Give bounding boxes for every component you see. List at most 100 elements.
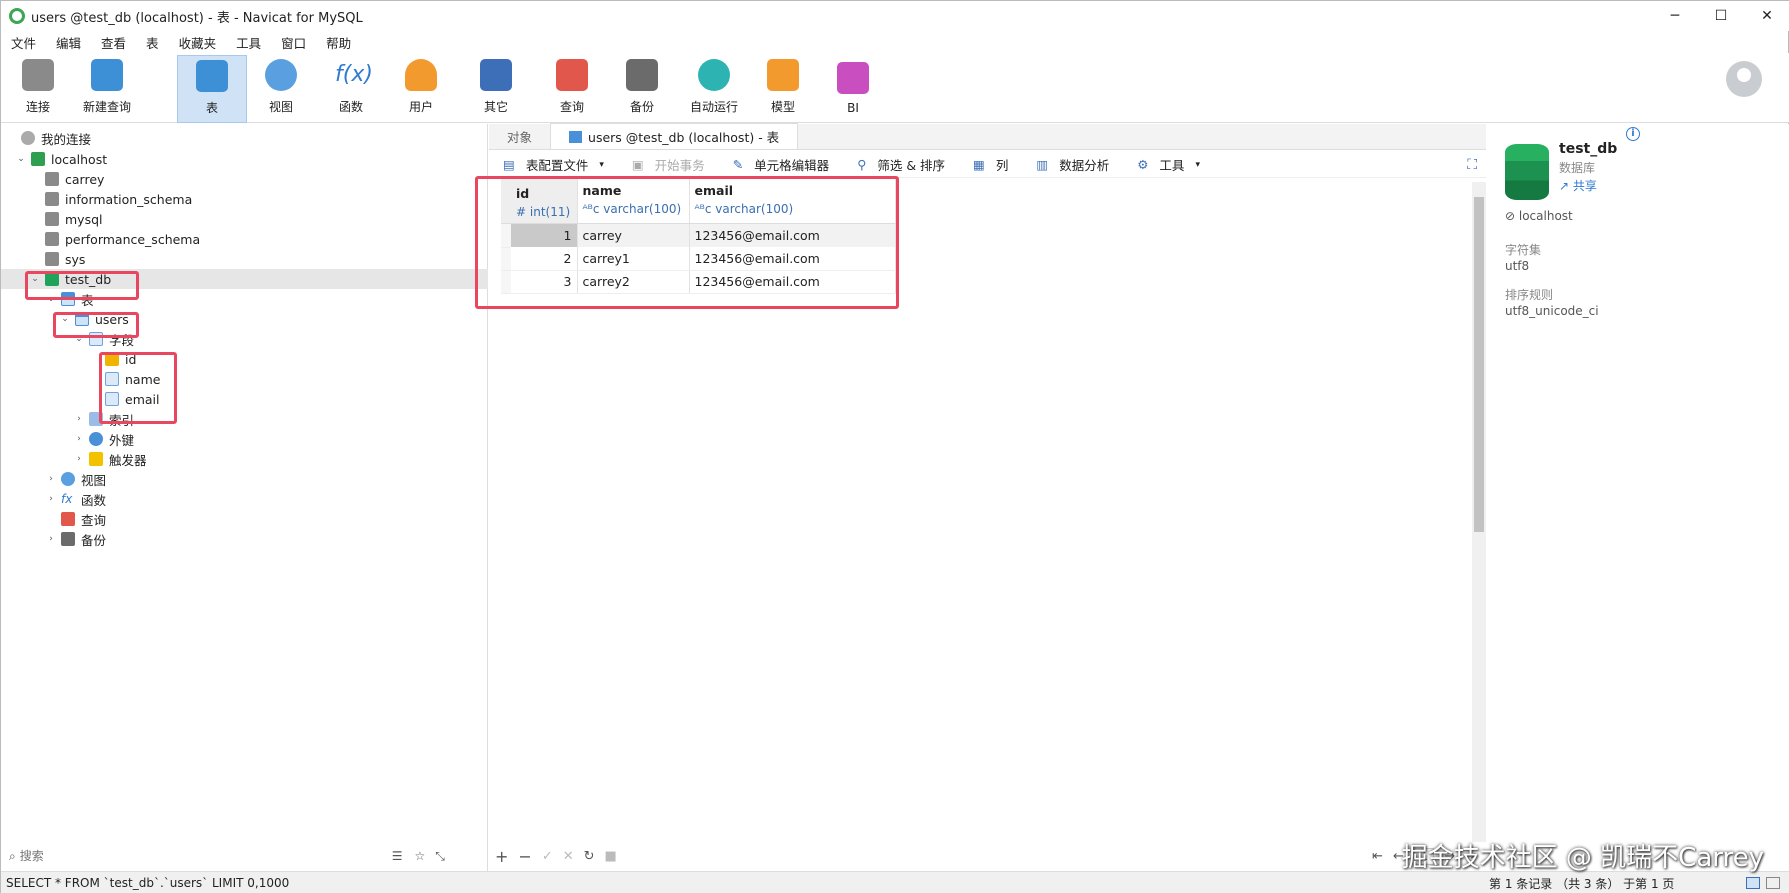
first-page-icon[interactable]: ⇤	[1372, 849, 1383, 864]
menu-window[interactable]: 窗口	[271, 33, 316, 52]
user-button[interactable]: 用户	[389, 57, 453, 121]
menu-bar: 文件 编辑 查看 表 收藏夹 工具 窗口 帮助	[1, 31, 361, 53]
filter-icon[interactable]: ☰	[392, 849, 403, 863]
share-link[interactable]: ↗ 共享	[1559, 177, 1597, 194]
collapse-icon[interactable]: ⤡	[435, 849, 445, 864]
info-db-name: test_db	[1559, 141, 1618, 157]
highlight-box	[53, 312, 139, 338]
other-button[interactable]: 其它	[464, 57, 528, 121]
refresh-icon[interactable]: ↻	[584, 849, 595, 864]
chevron-down-icon[interactable]: ⌄	[15, 154, 27, 164]
lightning-icon	[89, 452, 103, 466]
new-query-button[interactable]: 新建查询	[75, 57, 139, 121]
columns-button[interactable]: ▦ 列	[966, 155, 1015, 174]
view-button[interactable]: 视图	[249, 57, 313, 121]
chevron-right-icon[interactable]: ›	[73, 434, 85, 444]
menu-table[interactable]: 表	[136, 33, 169, 52]
close-button[interactable]: ✕	[1744, 1, 1789, 31]
info-icon[interactable]: i	[1626, 127, 1640, 141]
tree-db-item[interactable]: performance_schema	[41, 229, 200, 249]
table-button[interactable]: 表	[177, 55, 247, 123]
edit-icon: ✎	[732, 157, 744, 172]
tools-icon: ⚙	[1137, 157, 1149, 172]
menu-view[interactable]: 查看	[91, 33, 136, 52]
add-record-icon[interactable]: +	[495, 847, 508, 866]
fullscreen-icon[interactable]: ⛶	[1467, 157, 1477, 173]
query-button[interactable]: 查询	[540, 57, 604, 121]
maximize-button[interactable]: ☐	[1698, 1, 1744, 31]
menu-favorites[interactable]: 收藏夹	[169, 33, 227, 52]
vertical-scrollbar[interactable]	[1472, 182, 1486, 842]
tools-button[interactable]: ⚙ 工具 ▾	[1130, 155, 1207, 174]
share-icon: ↗	[1559, 179, 1573, 193]
tree-my-connections[interactable]: 我的连接	[17, 128, 91, 148]
watermark: 掘金技术社区 @ 凯瑞不Carrey	[1401, 843, 1764, 873]
avatar[interactable]	[1726, 61, 1762, 97]
profile-button[interactable]: ▤ 表配置文件 ▾	[496, 155, 611, 174]
navicat-window: users @test_db (localhost) - 表 - Navicat…	[0, 0, 1789, 893]
menu-edit[interactable]: 编辑	[46, 33, 91, 52]
backup-button[interactable]: 备份	[610, 57, 674, 121]
tree-server-localhost[interactable]: ⌄ localhost	[15, 149, 107, 169]
minimize-button[interactable]: ─	[1652, 1, 1698, 31]
dropdown-arrow-icon: ▾	[1195, 159, 1200, 170]
glasses-icon	[265, 59, 297, 91]
form-view-icon[interactable]	[1766, 877, 1780, 889]
star-icon[interactable]: ☆	[415, 849, 426, 863]
record-navigation-bar: + − ✓ ✕ ↻ ■ ⇤ ← 1 → ⇥	[489, 844, 1486, 868]
cell-editor-button[interactable]: ✎ 单元格编辑器	[726, 155, 837, 174]
dropdown-arrow-icon: ▾	[599, 159, 604, 170]
menu-help[interactable]: 帮助	[316, 33, 361, 52]
tab-objects[interactable]: 对象	[489, 123, 550, 149]
columns-icon: ▦	[973, 157, 985, 172]
discard-icon[interactable]: ✕	[563, 849, 574, 864]
data-analysis-button[interactable]: ▥ 数据分析	[1029, 155, 1116, 174]
function-icon: fx	[61, 492, 73, 506]
connect-button[interactable]: 连接	[6, 57, 70, 121]
auto-run-button[interactable]: 自动运行	[680, 57, 748, 121]
tree-views[interactable]: › 视图	[45, 469, 106, 489]
tree-foreign-keys[interactable]: › 外键	[73, 429, 134, 449]
chevron-right-icon[interactable]: ›	[45, 474, 57, 484]
transaction-icon: ▣	[631, 157, 644, 172]
database-icon	[45, 212, 59, 226]
tab-users-table[interactable]: users @test_db (localhost) - 表	[550, 123, 799, 149]
chevron-right-icon[interactable]: ›	[73, 454, 85, 464]
scrollbar-thumb[interactable]	[1474, 197, 1484, 532]
delete-record-icon[interactable]: −	[518, 847, 531, 866]
navicat-app-icon	[9, 8, 25, 24]
chevron-right-icon[interactable]: ›	[45, 494, 57, 504]
tree-triggers[interactable]: › 触发器	[73, 449, 147, 469]
status-sql: SELECT * FROM `test_db`.`users` LIMIT 0,…	[6, 876, 290, 890]
tree-db-item[interactable]: sys	[41, 249, 85, 269]
link-icon	[89, 432, 103, 446]
menu-tools[interactable]: 工具	[226, 33, 271, 52]
tree-queries[interactable]: 查询	[57, 509, 106, 529]
tools-icon	[480, 59, 512, 91]
collation-value: utf8_unicode_ci	[1505, 304, 1599, 318]
bi-button[interactable]: BI	[821, 57, 885, 121]
status-record-count: 第 1 条记录 （共 3 条） 于第 1 页	[1489, 876, 1675, 891]
search-input[interactable]	[19, 849, 380, 863]
stop-icon[interactable]: ■	[605, 849, 617, 864]
table-icon	[569, 130, 583, 143]
chevron-right-icon[interactable]: ›	[45, 534, 57, 544]
database-large-icon	[1505, 144, 1549, 200]
begin-transaction-button[interactable]: ▣ 开始事务	[625, 155, 712, 174]
highlight-box	[475, 176, 899, 309]
info-host: ⊘ localhost	[1505, 209, 1573, 223]
tree-backups[interactable]: › 备份	[45, 529, 106, 549]
filter-sort-button[interactable]: ⚲ 筛选 & 排序	[850, 155, 952, 174]
apply-icon[interactable]: ✓	[542, 849, 553, 864]
tree-db-item[interactable]: mysql	[41, 209, 103, 229]
function-button[interactable]: f(x) 函数	[319, 57, 383, 121]
tree-functions[interactable]: › fx 函数	[45, 489, 106, 509]
model-button[interactable]: 模型	[751, 57, 815, 121]
grid-view-icon[interactable]	[1746, 877, 1760, 889]
chevron-right-icon[interactable]: ›	[73, 414, 85, 424]
tree-db-item[interactable]: carrey	[41, 169, 104, 189]
menu-file[interactable]: 文件	[1, 33, 46, 52]
function-icon: f(x)	[335, 62, 373, 87]
tree-db-item[interactable]: information_schema	[41, 189, 192, 209]
navigation-pane: 我的连接 ⌄ localhost carrey information_schem…	[1, 124, 488, 871]
